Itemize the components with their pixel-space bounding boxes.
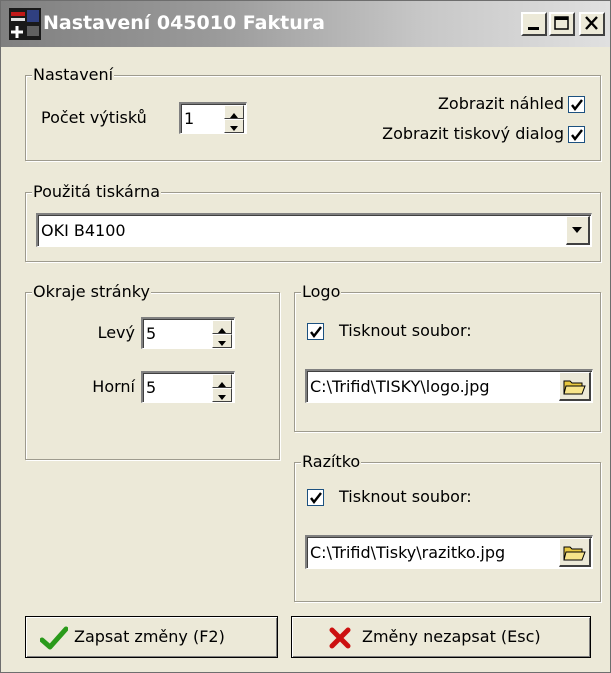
copies-label: Počet výtisků: [41, 108, 147, 127]
preview-checkbox[interactable]: [568, 96, 585, 113]
margins-group-legend: Okraje stránky: [32, 282, 151, 302]
logo-group: Logo Tisknout soubor: C:\Trifid\TISKY\lo…: [294, 282, 601, 432]
arrow-down-icon: [218, 341, 226, 346]
margins-group: Okraje stránky Levý 5 Horní 5: [25, 282, 280, 460]
save-button[interactable]: Zapsat změny (F2): [25, 616, 278, 658]
printer-group-legend: Použitá tiskárna: [32, 182, 162, 202]
chevron-down-icon: [572, 227, 582, 233]
settings-window: Nastavení 045010 Faktura Nastavení Počet…: [0, 0, 611, 673]
margin-top-spinner[interactable]: 5: [141, 371, 235, 403]
print-dialog-checkbox[interactable]: [568, 126, 585, 143]
margin-top-label: Horní: [92, 377, 135, 396]
margin-top-value: 5: [146, 377, 157, 397]
margin-top-up-button[interactable]: [212, 374, 232, 388]
checkmark-icon: [571, 99, 583, 111]
margin-left-up-button[interactable]: [212, 320, 232, 334]
stamp-path-field[interactable]: C:\Trifid\Tisky\razitko.jpg: [305, 535, 593, 569]
stamp-print-label: Tisknout soubor:: [339, 487, 472, 506]
stamp-path-value: C:\Trifid\Tisky\razitko.jpg: [310, 542, 506, 562]
folder-open-icon: [563, 380, 586, 395]
margin-left-label: Levý: [97, 323, 135, 342]
printer-select-value: OKI B4100: [41, 220, 126, 240]
printer-dropdown-button[interactable]: [566, 216, 590, 245]
checkmark-icon: [310, 326, 322, 338]
window-title: Nastavení 045010 Faktura: [43, 12, 325, 34]
cancel-button-label: Změny nezapsat (Esc): [362, 627, 541, 646]
close-button[interactable]: [579, 12, 605, 36]
close-icon: [585, 16, 598, 30]
printer-group: Použitá tiskárna OKI B4100: [25, 182, 601, 262]
save-button-label: Zapsat změny (F2): [74, 627, 225, 646]
margin-left-spinner[interactable]: 5: [141, 317, 235, 349]
minimize-button[interactable]: [521, 12, 547, 36]
logo-path-field[interactable]: C:\Trifid\TISKY\logo.jpg: [305, 369, 593, 403]
app-icon: [9, 8, 41, 40]
logo-print-label: Tisknout soubor:: [339, 321, 472, 340]
copies-up-button[interactable]: [224, 105, 244, 119]
minimize-icon: [528, 27, 539, 30]
checkmark-icon: [310, 492, 322, 504]
close-x-icon: [329, 627, 351, 649]
preview-label: Zobrazit náhled: [437, 94, 564, 113]
settings-group: Nastavení Počet výtisků 1 Zobrazit náhle…: [25, 65, 601, 161]
title-bar[interactable]: Nastavení 045010 Faktura: [1, 1, 610, 47]
folder-open-icon: [563, 546, 586, 561]
checkmark-icon: [571, 129, 583, 141]
logo-path-value: C:\Trifid\TISKY\logo.jpg: [310, 376, 490, 396]
stamp-group: Razítko Tisknout soubor: C:\Trifid\Tisky…: [294, 452, 601, 602]
maximize-icon: [554, 16, 569, 30]
copies-value: 1: [184, 108, 195, 128]
logo-print-checkbox[interactable]: [307, 323, 324, 340]
maximize-button[interactable]: [549, 12, 575, 36]
arrow-down-icon: [230, 126, 238, 131]
margin-left-down-button[interactable]: [212, 334, 232, 348]
checkmark-save-icon: [40, 626, 68, 650]
settings-group-legend: Nastavení: [32, 65, 115, 85]
stamp-browse-button[interactable]: [559, 538, 591, 567]
stamp-group-legend: Razítko: [301, 452, 362, 472]
logo-browse-button[interactable]: [559, 372, 591, 401]
printer-select[interactable]: OKI B4100: [36, 213, 592, 247]
logo-group-legend: Logo: [301, 282, 342, 302]
arrow-down-icon: [218, 395, 226, 400]
cancel-button[interactable]: Změny nezapsat (Esc): [291, 616, 591, 658]
print-dialog-label: Zobrazit tiskový dialog: [382, 124, 564, 143]
dialog-client: Nastavení Počet výtisků 1 Zobrazit náhle…: [1, 47, 610, 672]
stamp-print-checkbox[interactable]: [307, 489, 324, 506]
copies-spinner[interactable]: 1: [179, 102, 247, 134]
margin-left-value: 5: [146, 323, 157, 343]
margin-top-down-button[interactable]: [212, 388, 232, 402]
copies-down-button[interactable]: [224, 119, 244, 133]
